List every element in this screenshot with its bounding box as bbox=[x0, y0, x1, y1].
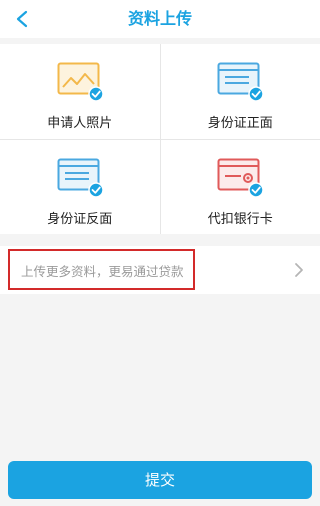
submit-button[interactable]: 提交 bbox=[8, 461, 312, 499]
upload-applicant-photo[interactable]: 申请人照片 bbox=[0, 44, 160, 139]
highlight-box: 上传更多资料，更易通过贷款 bbox=[8, 249, 195, 290]
chevron-right-icon bbox=[295, 263, 303, 277]
upload-label: 申请人照片 bbox=[47, 116, 113, 131]
check-badge-icon bbox=[248, 181, 264, 198]
page-title: 资料上传 bbox=[127, 9, 192, 28]
upload-label: 身份证反面 bbox=[47, 211, 113, 227]
photo-icon bbox=[57, 62, 103, 102]
bank-card-icon bbox=[217, 158, 264, 198]
upload-bank-card[interactable]: 代扣银行卡 bbox=[160, 139, 320, 234]
check-badge-icon bbox=[88, 181, 103, 198]
upload-more-text: 上传更多资料，更易通过贷款 bbox=[21, 264, 184, 279]
header-bar: 资料上传 bbox=[0, 0, 320, 38]
upload-id-card-back[interactable]: 身份证反面 bbox=[0, 139, 160, 234]
check-badge-icon bbox=[88, 86, 103, 102]
upload-grid: 申请人照片 身份证正面 身份证反面 代扣银行卡 bbox=[0, 44, 320, 234]
id-card-back-icon bbox=[57, 158, 103, 198]
check-badge-icon bbox=[248, 86, 264, 102]
upload-more-row[interactable]: 上传更多资料，更易通过贷款 bbox=[0, 246, 320, 294]
id-card-front-icon bbox=[217, 62, 264, 102]
upload-label: 身份证正面 bbox=[207, 116, 273, 131]
upload-id-card-front[interactable]: 身份证正面 bbox=[160, 44, 320, 139]
upload-label: 代扣银行卡 bbox=[207, 211, 273, 227]
